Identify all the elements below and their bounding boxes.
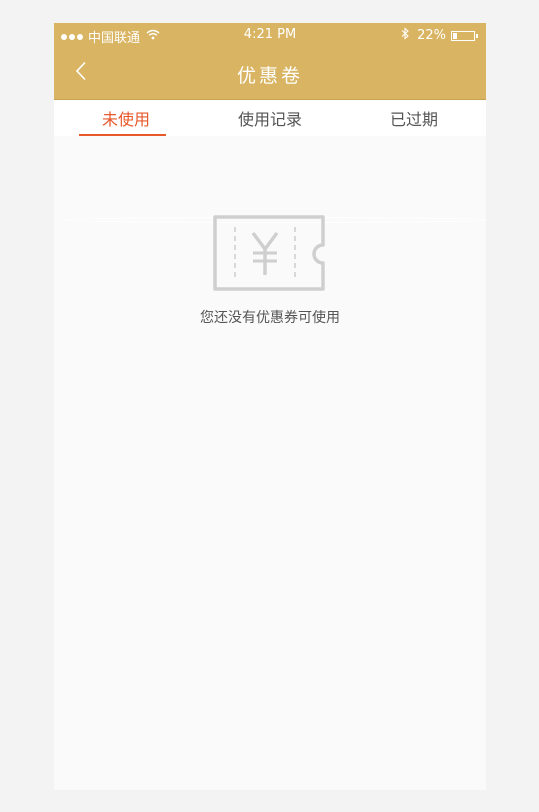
bluetooth-icon bbox=[401, 27, 409, 44]
empty-state: 您还没有优惠券可使用 bbox=[54, 213, 486, 327]
header: 中国联通 4:21 PM 22% 优惠卷 bbox=[54, 23, 486, 223]
tab-unused[interactable]: 未使用 bbox=[54, 100, 198, 136]
navbar: 优惠卷 bbox=[54, 47, 486, 99]
battery-percent: 22% bbox=[417, 28, 446, 43]
status-bar: 中国联通 4:21 PM 22% bbox=[54, 23, 486, 223]
active-tab-indicator bbox=[79, 134, 166, 136]
battery-icon bbox=[451, 30, 475, 41]
battery-fill bbox=[453, 32, 457, 39]
tab-bar: 未使用 使用记录 已过期 bbox=[54, 100, 486, 136]
coupon-yen-icon bbox=[211, 215, 329, 297]
tab-expired[interactable]: 已过期 bbox=[342, 100, 486, 136]
app-screen: 中国联通 4:21 PM 22% 优惠卷 未使用 使用记录 已过期 您还没有优惠… bbox=[54, 23, 486, 790]
empty-message: 您还没有优惠券可使用 bbox=[200, 310, 340, 326]
page-title: 优惠卷 bbox=[236, 65, 303, 87]
tab-usage-history[interactable]: 使用记录 bbox=[198, 100, 342, 136]
status-right: 22% bbox=[401, 27, 478, 44]
battery-cap bbox=[476, 33, 478, 38]
